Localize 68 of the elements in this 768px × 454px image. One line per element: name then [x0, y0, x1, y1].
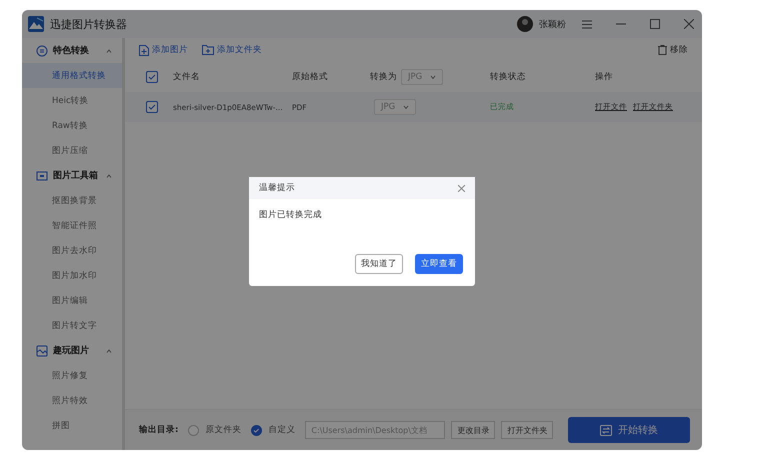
caret-icon [430, 75, 436, 79]
column-header: 原始格式 [292, 72, 328, 82]
user-name[interactable]: 张颖粉 [539, 18, 566, 30]
swap-arrows-icon [600, 424, 612, 436]
path-field[interactable]: C:\Users\admin\Desktop\文档 [305, 421, 446, 439]
caret-icon [106, 174, 112, 178]
folder-plus-icon [202, 45, 214, 55]
open-folder-button[interactable]: 打开文件夹 [501, 421, 554, 439]
close-icon[interactable] [684, 19, 694, 29]
checkbox[interactable] [146, 71, 158, 83]
sidebar-item[interactable]: 图片转文字 [22, 313, 122, 338]
circle-list-icon [36, 44, 48, 56]
mountain-logo-icon [28, 16, 44, 32]
radio-label[interactable]: 自定义 [268, 424, 296, 436]
sidebar-group[interactable]: 图片工具箱 [22, 163, 122, 188]
column-header: 转换状态 [490, 72, 526, 82]
sidebar-item[interactable]: 抠图换背景 [22, 188, 122, 213]
dismiss-button[interactable]: 我知道了 [355, 254, 403, 274]
sidebar-item[interactable]: 拼图 [22, 413, 122, 438]
add-folder-button[interactable]: 添加文件夹 [202, 44, 262, 56]
sidebar-item[interactable]: Raw转换 [22, 113, 122, 138]
sidebar-item[interactable]: 智能证件照 [22, 213, 122, 238]
sidebar-group[interactable]: 特色转换 [22, 38, 122, 63]
check-icon [148, 73, 156, 81]
group-label: 特色转换 [53, 44, 89, 57]
checkbox[interactable] [146, 101, 158, 113]
add-image-button[interactable]: 添加图片 [139, 44, 188, 56]
column-header: 文件名 [173, 72, 200, 82]
column-header: 转换为 [370, 71, 397, 83]
caret-icon [106, 348, 112, 352]
view-button[interactable]: 立即查看 [415, 254, 463, 274]
frame-icon [36, 170, 48, 182]
sidebar-group[interactable]: 趣玩图片 [22, 338, 122, 363]
sidebar-item[interactable]: 通用格式转换 [22, 63, 122, 88]
change-directory-button[interactable]: 更改目录 [451, 421, 496, 439]
output-label: 输出目录: [139, 424, 178, 436]
radio-label[interactable]: 原文件夹 [205, 424, 242, 436]
close-icon[interactable] [458, 184, 465, 192]
file-plus-icon [139, 44, 149, 56]
sidebar-item[interactable]: 图片去水印 [22, 238, 122, 263]
picture-icon [36, 344, 48, 356]
window-title: 迅捷图片转换器 [50, 16, 127, 32]
check-icon [253, 426, 260, 434]
dialog-message: 图片已转换完成 [258, 208, 323, 221]
sidebar-item[interactable]: 照片修复 [22, 363, 122, 388]
column-header: 操作 [595, 72, 613, 82]
radio-button[interactable] [188, 424, 200, 436]
caret-icon [403, 105, 410, 109]
format-dropdown[interactable]: JPG [401, 69, 444, 85]
format-dropdown[interactable]: JPG [374, 99, 416, 115]
maximize-icon[interactable] [650, 19, 660, 29]
start-button[interactable]: 开始转换 [568, 417, 690, 443]
sidebar-item[interactable]: 照片特效 [22, 388, 122, 413]
caret-icon [106, 48, 112, 52]
remove-button[interactable]: 移除 [658, 44, 688, 56]
group-label: 趣玩图片 [53, 344, 89, 357]
trash-icon [658, 45, 667, 55]
sidebar-item[interactable]: Heic转换 [22, 88, 122, 113]
group-label: 图片工具箱 [53, 169, 98, 182]
sidebar-item[interactable]: 图片压缩 [22, 138, 122, 163]
menu-icon[interactable] [582, 20, 592, 28]
sidebar-item[interactable]: 图片编辑 [22, 288, 122, 313]
check-icon [148, 103, 156, 111]
avatar-icon[interactable] [517, 16, 533, 32]
dialog-title: 温馨提示 [259, 182, 295, 194]
minimize-icon[interactable] [616, 23, 626, 25]
sidebar-item[interactable]: 图片加水印 [22, 263, 122, 288]
radio-button[interactable] [251, 424, 262, 436]
